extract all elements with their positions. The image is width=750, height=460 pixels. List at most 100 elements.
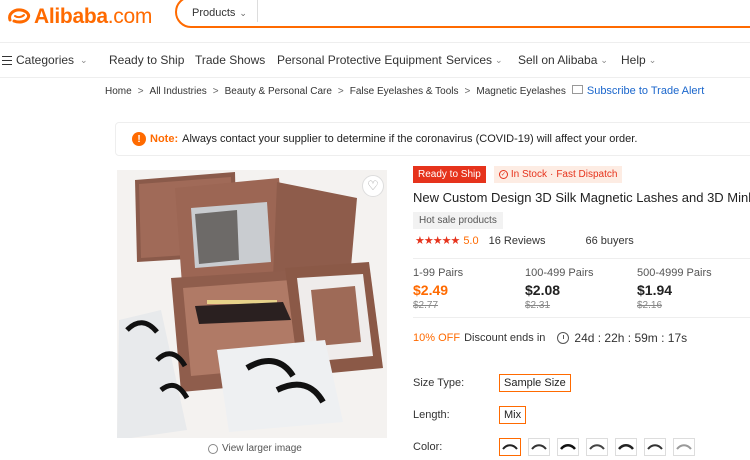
- location-pin-icon: !: [132, 132, 146, 146]
- color-swatch[interactable]: [644, 438, 666, 456]
- badge-separator: ·: [549, 169, 554, 180]
- tier-range: 500-4999 Pairs: [637, 267, 712, 279]
- tier-range: 100-499 Pairs: [525, 267, 594, 279]
- favorite-heart-button[interactable]: ♡: [362, 175, 384, 197]
- search-category-label: Products: [192, 7, 236, 19]
- nav-help[interactable]: Help ⌄: [621, 53, 656, 67]
- nav-ppe[interactable]: Personal Protective Equipment: [277, 53, 442, 67]
- rating-row: ★★★★★ 5.0 16 Reviews 66 buyers: [415, 234, 634, 248]
- discount-row: 10% OFF Discount ends in 24d : 22h : 59m…: [413, 331, 687, 345]
- price-tier: 1-99 Pairs $2.49 $2.77: [413, 267, 463, 311]
- product-info-panel: Ready to Ship ✓ In Stock · Fast Dispatch…: [413, 166, 750, 456]
- lash-icon: [589, 444, 605, 450]
- ready-to-ship-badge: Ready to Ship: [413, 166, 486, 183]
- chevron-down-icon: ⌄: [600, 54, 608, 65]
- header: Alibaba.com Products ⌄: [0, 0, 750, 40]
- price-tier: 100-499 Pairs $2.08 $2.31: [525, 267, 594, 311]
- breadcrumb: Home > All Industries > Beauty & Persona…: [105, 84, 705, 97]
- breadcrumb-separator: >: [212, 85, 219, 97]
- envelope-icon: [571, 84, 583, 94]
- rating-value: 5.0: [463, 234, 479, 247]
- price-tier: 500-4999 Pairs $1.94 $2.16: [637, 267, 712, 311]
- length-label: Length:: [413, 409, 450, 421]
- breadcrumb-magnetic-eyelashes[interactable]: Magnetic Eyelashes: [476, 86, 566, 97]
- lash-icon: [502, 444, 518, 450]
- color-swatch[interactable]: [586, 438, 608, 456]
- hot-sale-tag[interactable]: Hot sale products: [413, 212, 503, 229]
- tier-range: 1-99 Pairs: [413, 267, 464, 279]
- alibaba-smile-icon: [6, 6, 32, 28]
- nav-label: Personal Protective Equipment: [277, 53, 442, 67]
- nav-label: Services: [446, 53, 493, 67]
- view-larger-image-link[interactable]: View larger image: [208, 443, 302, 454]
- buyers-count: 66 buyers: [585, 234, 634, 247]
- logo-name: Alibaba: [34, 5, 108, 28]
- nav-services[interactable]: Services ⌄: [446, 53, 503, 67]
- product-title: New Custom Design 3D Silk Magnetic Lashe…: [413, 190, 750, 205]
- view-larger-label: View larger image: [222, 443, 302, 454]
- color-row: Color:: [413, 438, 702, 456]
- search-box[interactable]: Products ⌄: [175, 0, 750, 28]
- main-nav: Categories ⌄ Ready to Ship Trade Shows P…: [0, 42, 750, 78]
- nav-categories[interactable]: Categories ⌄: [2, 53, 88, 67]
- breadcrumb-false-eyelashes[interactable]: False Eyelashes & Tools: [350, 86, 459, 97]
- subscribe-label: Subscribe to Trade Alert: [586, 85, 705, 97]
- price-tiers: 1-99 Pairs $2.49 $2.77 100-499 Pairs $2.…: [413, 258, 750, 318]
- subscribe-trade-alert-link[interactable]: Subscribe to Trade Alert: [571, 84, 705, 97]
- star-rating-icon: ★★★★★: [415, 235, 460, 247]
- zoom-icon: [208, 443, 218, 454]
- breadcrumb-separator: >: [464, 85, 471, 97]
- color-label: Color:: [413, 441, 443, 453]
- tier-old-price: $2.77: [413, 300, 439, 311]
- breadcrumb-home[interactable]: Home: [105, 86, 132, 97]
- alibaba-logo[interactable]: Alibaba.com: [6, 4, 152, 30]
- chevron-down-icon: ⌄: [648, 54, 657, 65]
- heart-icon: ♡: [367, 178, 379, 193]
- note-text: Always contact your supplier to determin…: [182, 133, 638, 145]
- discount-percent: 10% OFF: [413, 332, 461, 344]
- color-swatches: [499, 438, 702, 456]
- note-label: Note:: [150, 133, 179, 145]
- breadcrumb-all-industries[interactable]: All Industries: [150, 86, 207, 97]
- tier-price: $2.08: [525, 282, 561, 298]
- chevron-down-icon: ⌄: [239, 7, 247, 18]
- covid-note-bar: ! Note: Always contact your supplier to …: [115, 122, 750, 156]
- color-swatch[interactable]: [615, 438, 637, 456]
- search-category-select[interactable]: Products ⌄: [192, 7, 247, 19]
- check-circle-icon: ✓: [498, 170, 508, 179]
- fast-dispatch-label: Fast Dispatch: [556, 169, 618, 180]
- reviews-link[interactable]: 16 Reviews: [489, 235, 546, 247]
- breadcrumb-beauty[interactable]: Beauty & Personal Care: [225, 86, 332, 97]
- color-swatch[interactable]: [528, 438, 550, 456]
- in-stock-label: In Stock: [510, 169, 547, 180]
- tier-old-price: $2.31: [525, 300, 551, 311]
- nav-sell-on-alibaba[interactable]: Sell on Alibaba ⌄: [518, 53, 608, 67]
- breadcrumb-separator: >: [137, 85, 144, 97]
- lash-icon: [647, 444, 663, 450]
- lash-icon: [560, 444, 576, 450]
- product-image[interactable]: [117, 170, 387, 438]
- color-swatch[interactable]: [673, 438, 695, 456]
- color-swatch[interactable]: [499, 438, 521, 456]
- nav-trade-shows[interactable]: Trade Shows: [195, 53, 265, 67]
- size-type-row: Size Type: Sample Size: [413, 374, 571, 392]
- nav-ready-to-ship[interactable]: Ready to Ship: [109, 53, 184, 67]
- nav-label: Sell on Alibaba: [518, 53, 598, 67]
- in-stock-badge: ✓ In Stock · Fast Dispatch: [493, 166, 623, 183]
- lash-icon: [531, 444, 547, 450]
- menu-icon: [2, 55, 12, 65]
- length-option[interactable]: Mix: [499, 406, 527, 424]
- discount-countdown: 24d : 22h : 59m : 17s: [574, 331, 688, 345]
- lash-icon: [676, 444, 692, 450]
- search-divider: [257, 0, 258, 22]
- discount-text: Discount ends in: [464, 332, 546, 344]
- nav-categories-label: Categories: [16, 53, 75, 67]
- size-type-option[interactable]: Sample Size: [499, 374, 571, 392]
- color-swatch[interactable]: [557, 438, 579, 456]
- clock-icon: [557, 332, 570, 344]
- nav-label: Ready to Ship: [109, 53, 185, 67]
- chevron-down-icon: ⌄: [495, 54, 503, 65]
- size-type-label: Size Type:: [413, 377, 465, 389]
- chevron-down-icon: ⌄: [80, 54, 88, 65]
- tier-old-price: $2.16: [637, 300, 663, 311]
